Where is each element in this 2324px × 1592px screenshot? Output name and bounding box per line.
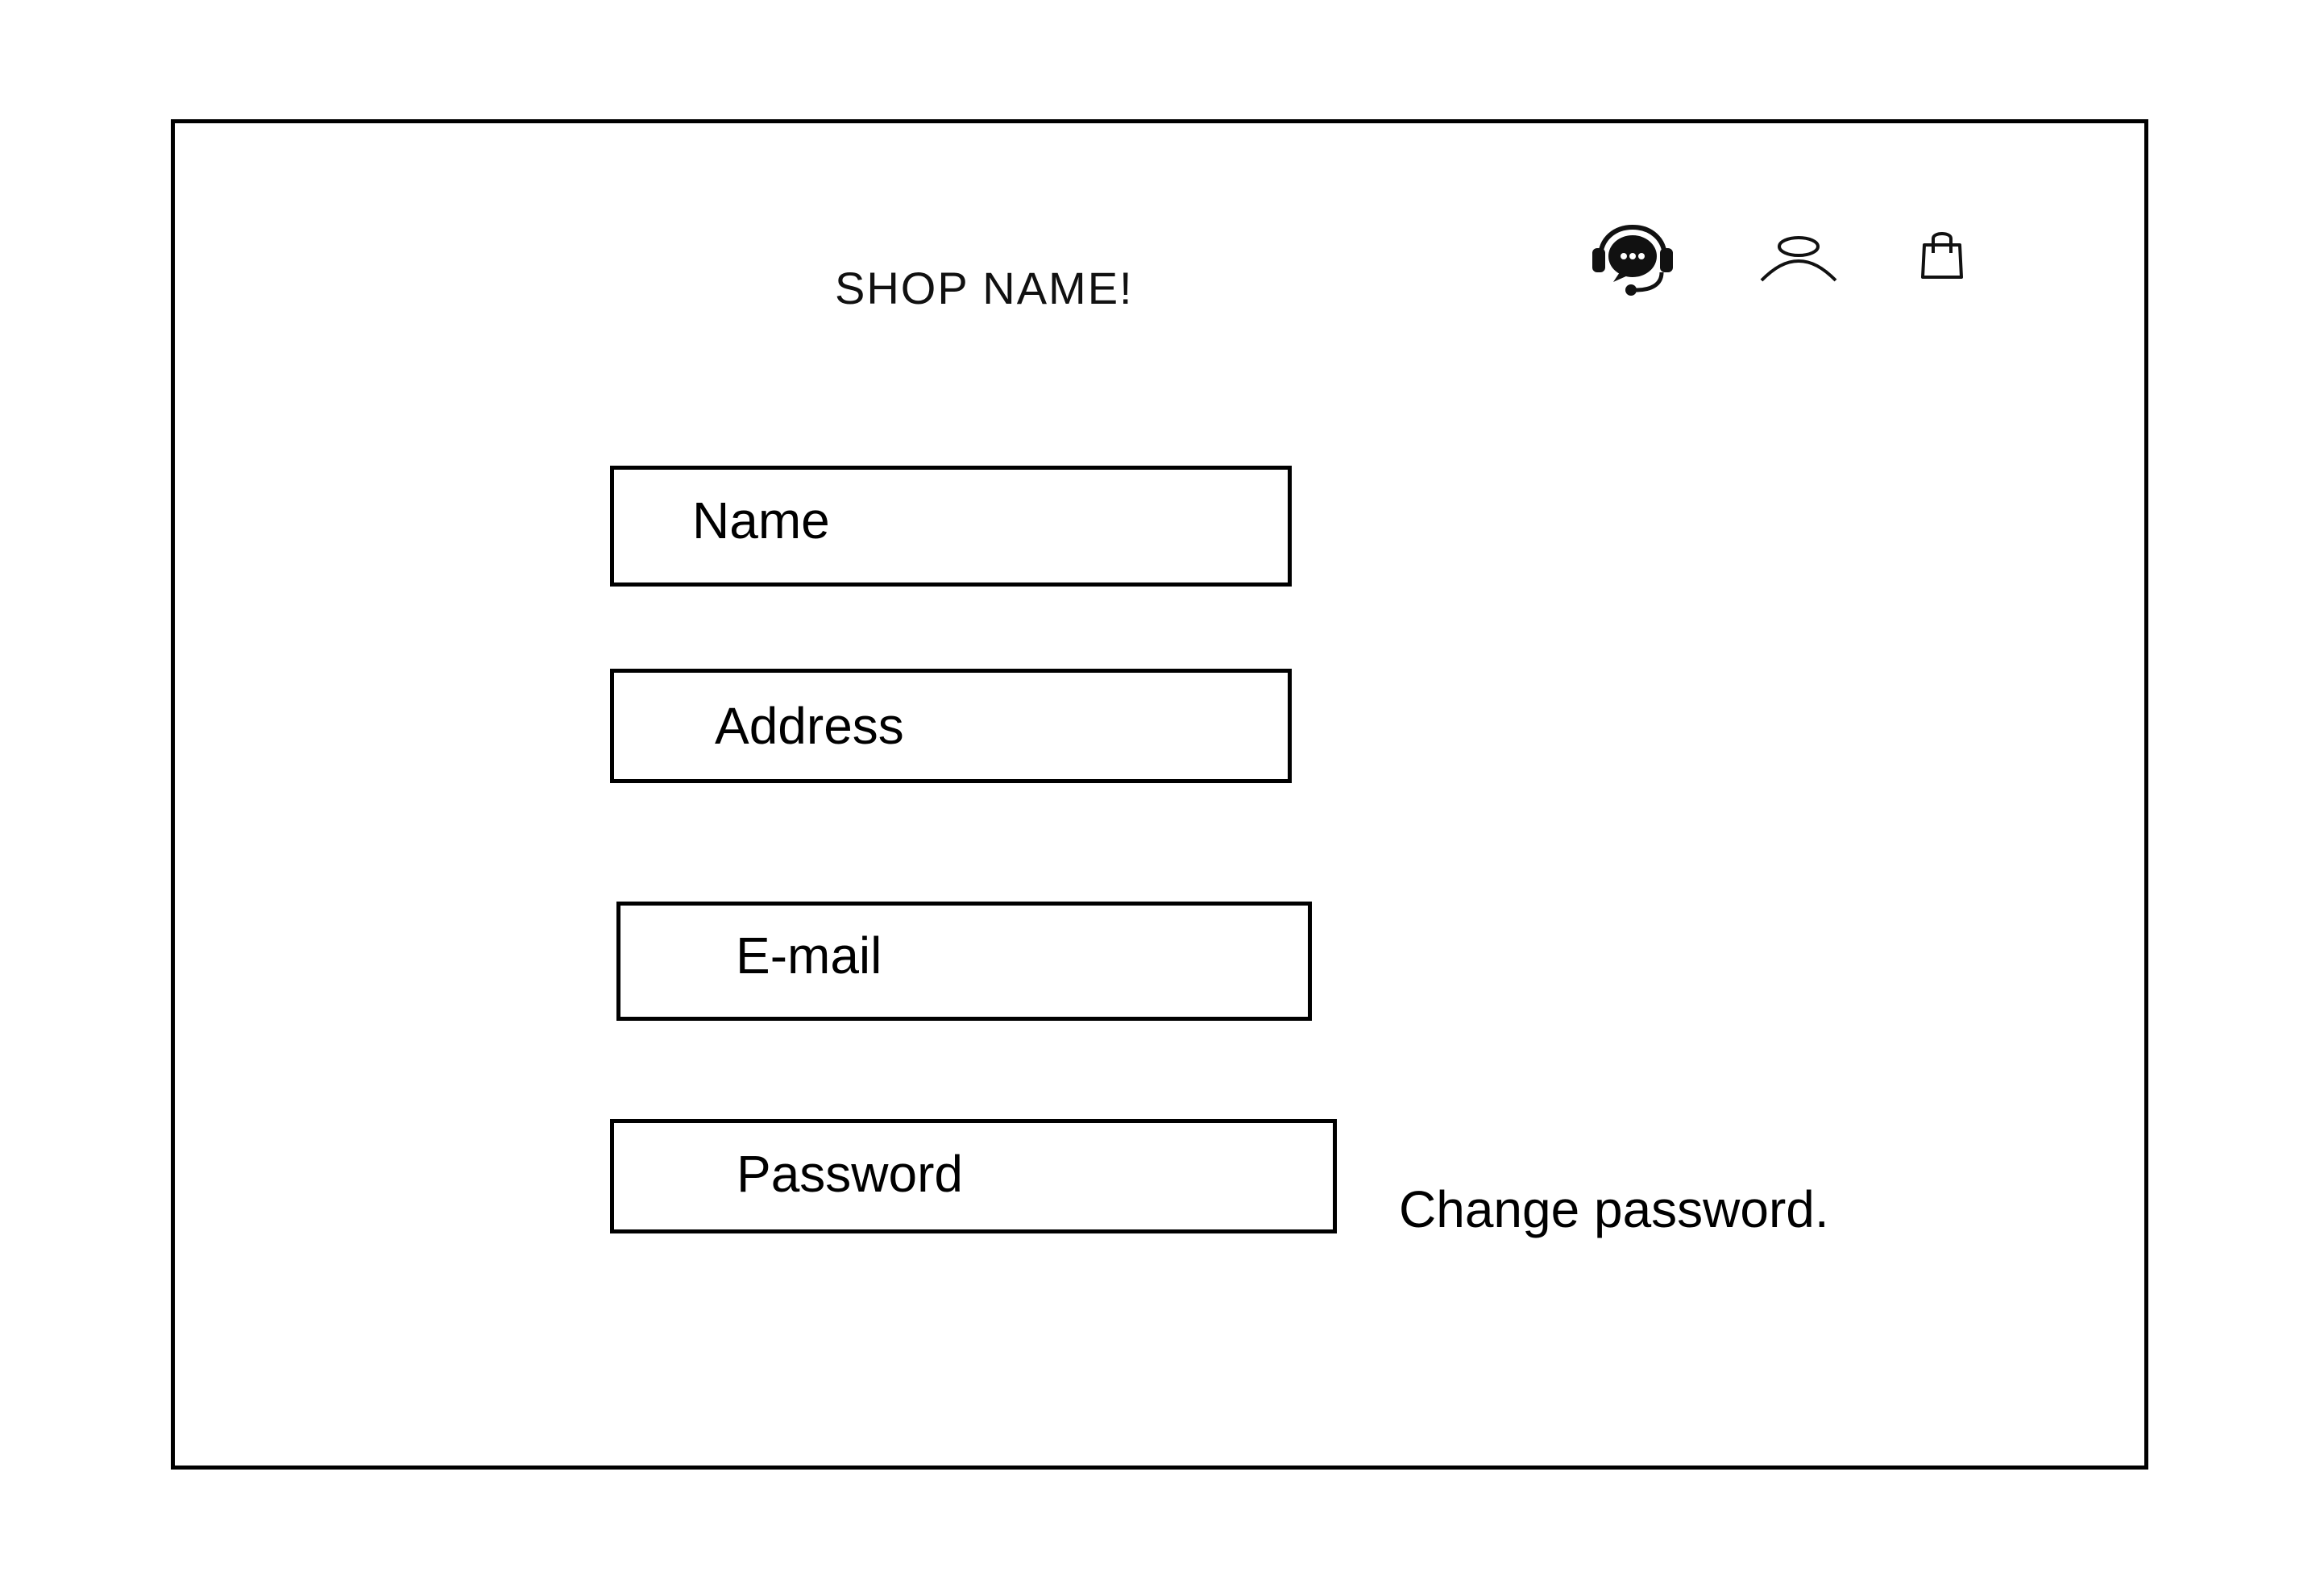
shopping-bag-icon[interactable]	[1918, 229, 1966, 280]
password-field-label: Password	[737, 1145, 963, 1203]
name-field[interactable]: Name	[610, 466, 1292, 587]
email-field-label: E-mail	[736, 927, 882, 985]
support-chat-icon[interactable]	[1589, 224, 1676, 296]
shop-title: SHOP NAME!	[835, 263, 1134, 313]
page-frame	[171, 119, 2148, 1470]
user-icon[interactable]	[1758, 235, 1839, 284]
password-field[interactable]: Password	[610, 1119, 1337, 1233]
change-password-link[interactable]: Change password.	[1399, 1179, 1829, 1239]
email-field[interactable]: E-mail	[616, 902, 1312, 1021]
address-field[interactable]: Address	[610, 669, 1292, 783]
address-field-label: Address	[715, 697, 904, 755]
name-field-label: Name	[692, 491, 830, 549]
